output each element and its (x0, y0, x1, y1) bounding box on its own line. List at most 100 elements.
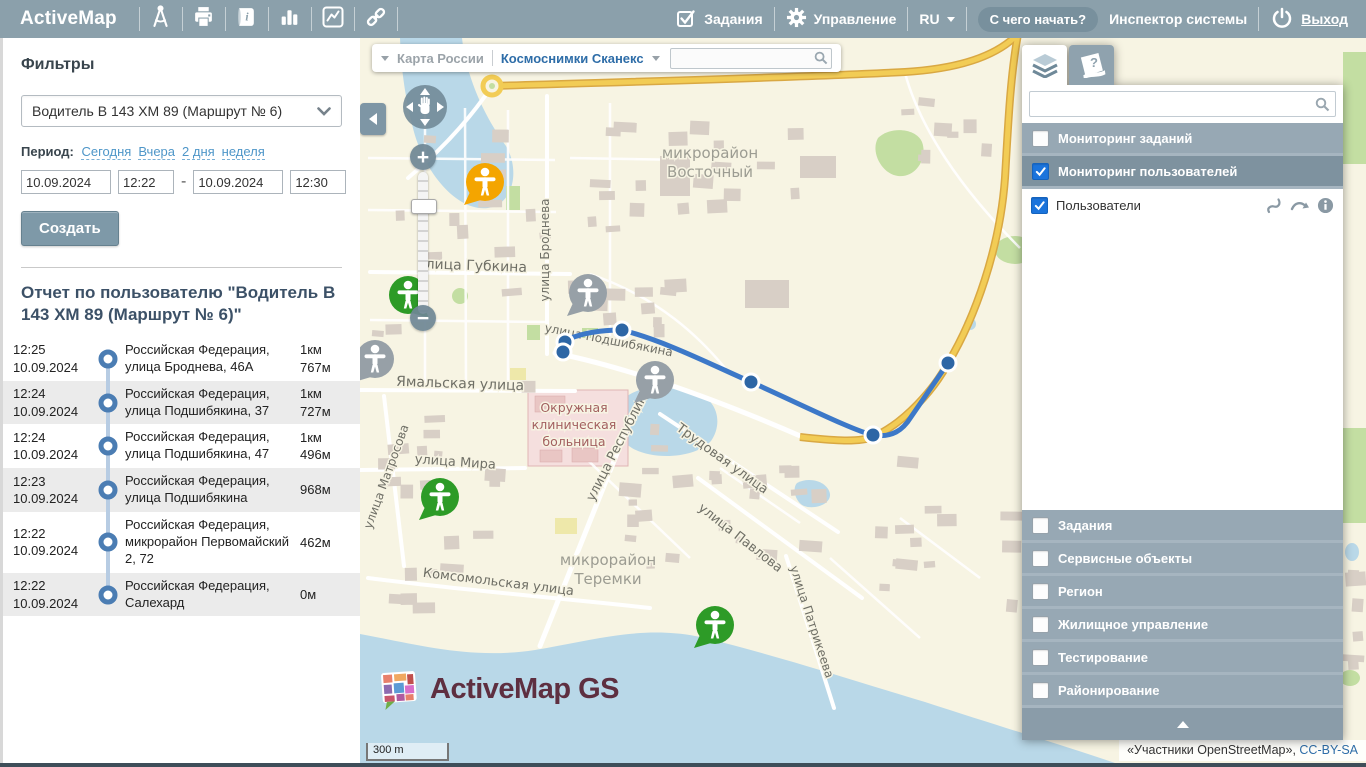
layer-item-users[interactable]: Пользователи (1031, 196, 1334, 214)
zoom-in-button[interactable]: + (410, 144, 436, 170)
report-entry[interactable]: 12:2410.09.2024Российская Федерация, ули… (3, 424, 360, 468)
entry-distance: 0м (300, 586, 360, 604)
gear-icon (786, 7, 807, 31)
map-help-icon: ? (1077, 52, 1107, 78)
period-label: Период: (21, 144, 74, 159)
entry-distance: 968м (300, 481, 360, 499)
chevron-down-icon (652, 56, 660, 65)
street-label: улица Броднева (538, 198, 552, 301)
group-checkbox[interactable] (1032, 649, 1049, 666)
tab-layers[interactable] (1022, 45, 1067, 85)
layer-checkbox[interactable] (1031, 197, 1048, 214)
zoom-slider-track[interactable] (418, 172, 428, 314)
share-button[interactable] (355, 0, 397, 38)
layer-group-header[interactable]: Тестирование (1022, 642, 1343, 672)
license-link[interactable]: CC-BY-SA (1299, 743, 1358, 757)
bar-chart-icon (278, 5, 301, 33)
group-checkbox[interactable] (1032, 517, 1049, 534)
search-icon (814, 51, 828, 65)
entry-distance: 1км 727м (300, 385, 360, 420)
pan-control[interactable] (402, 84, 448, 135)
compass-icon (149, 5, 172, 33)
hospital-label: Окружнаяклиническаябольница (532, 400, 617, 449)
group-checkbox[interactable] (1032, 682, 1049, 699)
group-checkbox[interactable] (1032, 163, 1049, 180)
entry-address: Российская Федерация, улица Подшибякина (123, 468, 300, 512)
replay-arrow-icon[interactable] (1290, 197, 1310, 213)
layer-group-header[interactable]: Мониторинг заданий (1022, 123, 1343, 153)
group-label: Задания (1058, 518, 1112, 533)
map-canvas[interactable]: улица Губкинаулица Бродневаулица Подшибя… (360, 38, 1366, 763)
zoom-out-button[interactable]: − (410, 305, 436, 331)
entry-distance: 462м (300, 534, 360, 552)
report-entry[interactable]: 12:2210.09.2024Российская Федерация, Сал… (3, 573, 360, 617)
period-link[interactable]: неделя (222, 144, 265, 160)
logout-button[interactable]: Выход (1270, 6, 1348, 33)
layers-search-input[interactable] (1029, 91, 1336, 117)
route-point[interactable] (940, 355, 956, 371)
timeline-dot (99, 349, 118, 368)
route-point[interactable] (743, 374, 759, 390)
measure-tool-button[interactable] (140, 0, 182, 38)
show-track-icon[interactable] (1265, 196, 1283, 214)
period-link[interactable]: 2 дня (182, 144, 215, 160)
language-dropdown[interactable]: RU (919, 11, 954, 27)
group-checkbox[interactable] (1032, 616, 1049, 633)
group-label: Регион (1058, 584, 1103, 599)
report-entry[interactable]: 12:2510.09.2024Российская Федерация, ули… (3, 337, 360, 381)
chevron-up-icon (1177, 715, 1189, 728)
report-entry[interactable]: 12:2310.09.2024Российская Федерация, ули… (3, 468, 360, 512)
layer-group-header[interactable]: Сервисные объекты (1022, 543, 1343, 573)
group-checkbox[interactable] (1032, 583, 1049, 600)
report-entry[interactable]: 12:2210.09.2024Российская Федерация, мик… (3, 512, 360, 573)
basemap-option-satellite[interactable]: Космоснимки Сканекс (501, 51, 644, 66)
time-from-input[interactable] (118, 170, 174, 194)
divider (774, 7, 775, 31)
range-dash: - (181, 173, 186, 191)
period-link[interactable]: Сегодня (81, 144, 131, 160)
app-logo: ActiveMap (0, 8, 139, 30)
timeline-dot (99, 533, 118, 552)
management-nav-button[interactable]: Управление (786, 7, 897, 31)
filters-title: Фильтры (21, 56, 342, 74)
create-report-button[interactable]: Создать (21, 211, 119, 246)
time-to-input[interactable] (290, 170, 346, 194)
collapse-panel-button[interactable] (1022, 708, 1343, 740)
layer-group-header[interactable]: Районирование (1022, 675, 1343, 705)
route-point[interactable] (865, 427, 881, 443)
line-chart-icon (321, 5, 345, 34)
monitoring-button[interactable] (312, 0, 354, 38)
driver-select[interactable]: Водитель В 143 ХМ 89 (Маршрут № 6) (21, 95, 342, 127)
period-link[interactable]: Вчера (138, 144, 175, 160)
map-search-input[interactable] (670, 48, 832, 69)
zoom-slider-handle[interactable] (411, 199, 437, 214)
tasks-nav-button[interactable]: Задания (675, 7, 762, 32)
info-icon[interactable] (1317, 197, 1334, 214)
collapse-sidebar-button[interactable] (360, 103, 386, 135)
divider (397, 7, 398, 31)
system-inspector-button[interactable]: Инспектор системы (1109, 11, 1247, 27)
power-icon (1270, 6, 1294, 33)
route-point[interactable] (614, 322, 630, 338)
report-entry[interactable]: 12:2410.09.2024Российская Федерация, ули… (3, 381, 360, 425)
basemap-option-map[interactable]: Карта России (397, 51, 484, 66)
date-from-input[interactable] (21, 170, 111, 194)
timeline-node (93, 337, 123, 381)
tab-legend[interactable]: ? (1069, 45, 1114, 85)
layer-group-header[interactable]: Жилищное управление (1022, 609, 1343, 639)
getting-started-button[interactable]: С чего начать? (978, 7, 1098, 32)
layer-group-header[interactable]: Мониторинг пользователей (1022, 156, 1343, 186)
date-to-input[interactable] (193, 170, 283, 194)
report-timeline: 12:2510.09.2024Российская Федерация, ули… (3, 337, 360, 617)
layer-group-header[interactable]: Регион (1022, 576, 1343, 606)
print-button[interactable] (183, 0, 225, 38)
reference-button[interactable]: i (226, 0, 268, 38)
timeline-node (93, 512, 123, 573)
group-checkbox[interactable] (1032, 550, 1049, 567)
entry-address: Российская Федерация, улица Подшибякина,… (123, 381, 300, 425)
statistics-button[interactable] (269, 0, 311, 38)
group-checkbox[interactable] (1032, 130, 1049, 147)
route-point[interactable] (555, 344, 571, 360)
layer-group-header[interactable]: Задания (1022, 510, 1343, 540)
timeline-node (93, 381, 123, 425)
